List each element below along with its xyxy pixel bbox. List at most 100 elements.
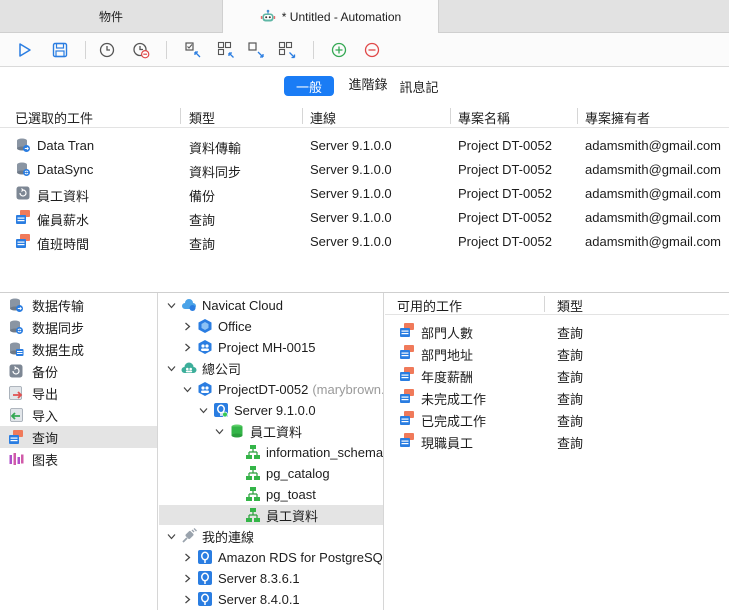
- category-item-backup[interactable]: 备份: [0, 360, 157, 382]
- save-button[interactable]: [50, 40, 70, 60]
- list-item[interactable]: 已完成工作 查詢: [385, 407, 729, 429]
- tree-node-schema[interactable]: pg_toast: [159, 484, 383, 504]
- category-item-import[interactable]: 导入: [0, 404, 157, 426]
- list-item[interactable]: 年度薪酬 查詢: [385, 363, 729, 385]
- selected-grid-header: 已選取的工件 類型 連線 專案名稱 專案擁有者: [0, 104, 729, 128]
- chevron-down-icon[interactable]: [181, 383, 193, 395]
- column-header[interactable]: 類型: [557, 296, 583, 315]
- column-header[interactable]: 已選取的工件: [15, 108, 93, 127]
- work-type: 資料同步: [189, 165, 242, 180]
- tree-node-schema[interactable]: information_schema: [159, 442, 383, 462]
- tree-node-my-connections[interactable]: 我的連線: [159, 526, 383, 546]
- add-button[interactable]: [329, 40, 349, 60]
- tab-general[interactable]: 一般: [284, 76, 334, 96]
- category-label: 图表: [32, 452, 59, 468]
- available-work-name: 現職員工: [421, 436, 474, 451]
- select-button[interactable]: [183, 40, 203, 60]
- category-item-chart[interactable]: 图表: [0, 448, 157, 470]
- select-all-button[interactable]: [216, 40, 236, 60]
- chevron-down-icon[interactable]: [165, 362, 177, 374]
- chevron-right-icon[interactable]: [181, 551, 193, 563]
- column-separator[interactable]: [450, 108, 451, 124]
- table-row[interactable]: 僱員薪水 查詢 Server 9.1.0.0 Project DT-0052 a…: [0, 206, 729, 230]
- query-icon: [400, 389, 414, 403]
- category-item-export[interactable]: 导出: [0, 382, 157, 404]
- tree-node-connection[interactable]: Server 8.4.0.1: [159, 589, 383, 609]
- toolbar-separator: [85, 41, 86, 59]
- work-type: 備份: [189, 189, 216, 204]
- deselect-button[interactable]: [246, 40, 266, 60]
- table-row[interactable]: 值班時間 查詢 Server 9.1.0.0 Project DT-0052 a…: [0, 230, 729, 254]
- list-item[interactable]: 部門人數 查詢: [385, 319, 729, 341]
- tree-label: ProjectDT-0052: [218, 381, 309, 397]
- list-item[interactable]: 未完成工作 查詢: [385, 385, 729, 407]
- chevron-down-icon[interactable]: [197, 404, 209, 416]
- run-button[interactable]: [15, 40, 35, 60]
- work-owner: adamsmith@gmail.com: [585, 210, 722, 225]
- column-separator[interactable]: [544, 296, 545, 312]
- schema-icon: [246, 466, 260, 480]
- chevron-down-icon[interactable]: [213, 425, 225, 437]
- tree-node-project-dt[interactable]: ProjectDT-0052 (marybrown...: [159, 379, 383, 399]
- column-separator[interactable]: [180, 108, 181, 124]
- category-label: 查询: [32, 430, 59, 446]
- category-item-data-generation[interactable]: 数据生成: [0, 338, 157, 360]
- chevron-down-icon[interactable]: [165, 299, 177, 311]
- tree-node-project-mh[interactable]: Project MH-0015: [159, 337, 383, 357]
- chevron-down-icon[interactable]: [165, 530, 177, 542]
- query-icon: [400, 367, 414, 381]
- tab-objects-label: 物件: [98, 10, 123, 24]
- tree-node-office[interactable]: Office: [159, 316, 383, 336]
- table-row[interactable]: 員工資料 備份 Server 9.1.0.0 Project DT-0052 a…: [0, 182, 729, 206]
- tree-node-navicat-cloud[interactable]: Navicat Cloud: [159, 295, 383, 315]
- tree-node-server[interactable]: Server 9.1.0.0: [159, 400, 383, 420]
- remove-button[interactable]: [362, 40, 382, 60]
- plug-icon: [182, 528, 197, 543]
- toolbar-separator: [166, 41, 167, 59]
- work-project: Project DT-0052: [458, 210, 552, 225]
- available-work-name: 部門人數: [421, 326, 474, 341]
- list-item[interactable]: 部門地址 查詢: [385, 341, 729, 363]
- connection-tree: Navicat Cloud Office Project MH-0015 總公司…: [159, 293, 384, 610]
- query-icon: [400, 411, 414, 425]
- deselect-all-button[interactable]: [277, 40, 297, 60]
- available-work-type: 查詢: [557, 392, 584, 407]
- remove-schedule-button[interactable]: [131, 40, 151, 60]
- tab-automation[interactable]: * Untitled - Automation: [222, 0, 439, 34]
- tree-node-database[interactable]: 員工資料: [159, 421, 383, 441]
- project-group-icon: [198, 340, 212, 354]
- column-separator[interactable]: [302, 108, 303, 124]
- tree-node-connection[interactable]: Amazon RDS for PostgreSQL: [159, 547, 383, 567]
- chevron-right-icon[interactable]: [181, 593, 193, 605]
- chevron-right-icon[interactable]: [181, 572, 193, 584]
- chevron-right-icon[interactable]: [181, 320, 193, 332]
- query-icon: [400, 345, 414, 359]
- list-item[interactable]: 現職員工 查詢: [385, 429, 729, 451]
- work-name: 值班時間: [37, 237, 90, 252]
- chevron-right-icon[interactable]: [181, 341, 193, 353]
- work-owner: adamsmith@gmail.com: [585, 138, 722, 153]
- tab-log[interactable]: 訊息記: [396, 76, 442, 96]
- tree-node-schema[interactable]: 員工資料: [159, 505, 383, 525]
- column-header[interactable]: 專案名稱: [458, 108, 510, 127]
- table-row[interactable]: Data Tran 資料傳輸 Server 9.1.0.0 Project DT…: [0, 134, 729, 158]
- tree-label: 我的連線: [202, 529, 255, 545]
- column-header[interactable]: 專案擁有者: [585, 108, 650, 127]
- tab-objects[interactable]: 物件: [0, 0, 222, 33]
- column-header[interactable]: 類型: [189, 108, 215, 127]
- table-row[interactable]: DataSync 資料同步 Server 9.1.0.0 Project DT-…: [0, 158, 729, 182]
- query-icon: [16, 210, 30, 224]
- save-icon: [52, 42, 68, 58]
- tree-node-connection[interactable]: Server 8.3.6.1: [159, 568, 383, 588]
- category-item-query[interactable]: 查询: [0, 426, 157, 448]
- schedule-button[interactable]: [97, 40, 117, 60]
- category-item-data-sync[interactable]: 数据同步: [0, 316, 157, 338]
- column-separator[interactable]: [577, 108, 578, 124]
- tree-owner-label: (marybrown...: [312, 381, 384, 397]
- tree-node-schema[interactable]: pg_catalog: [159, 463, 383, 483]
- column-header[interactable]: 連線: [310, 108, 336, 127]
- tree-node-company[interactable]: 總公司: [159, 358, 383, 378]
- category-item-data-transfer[interactable]: 数据传输: [0, 294, 157, 316]
- column-header[interactable]: 可用的工作: [397, 296, 462, 315]
- toolbar-separator: [313, 41, 314, 59]
